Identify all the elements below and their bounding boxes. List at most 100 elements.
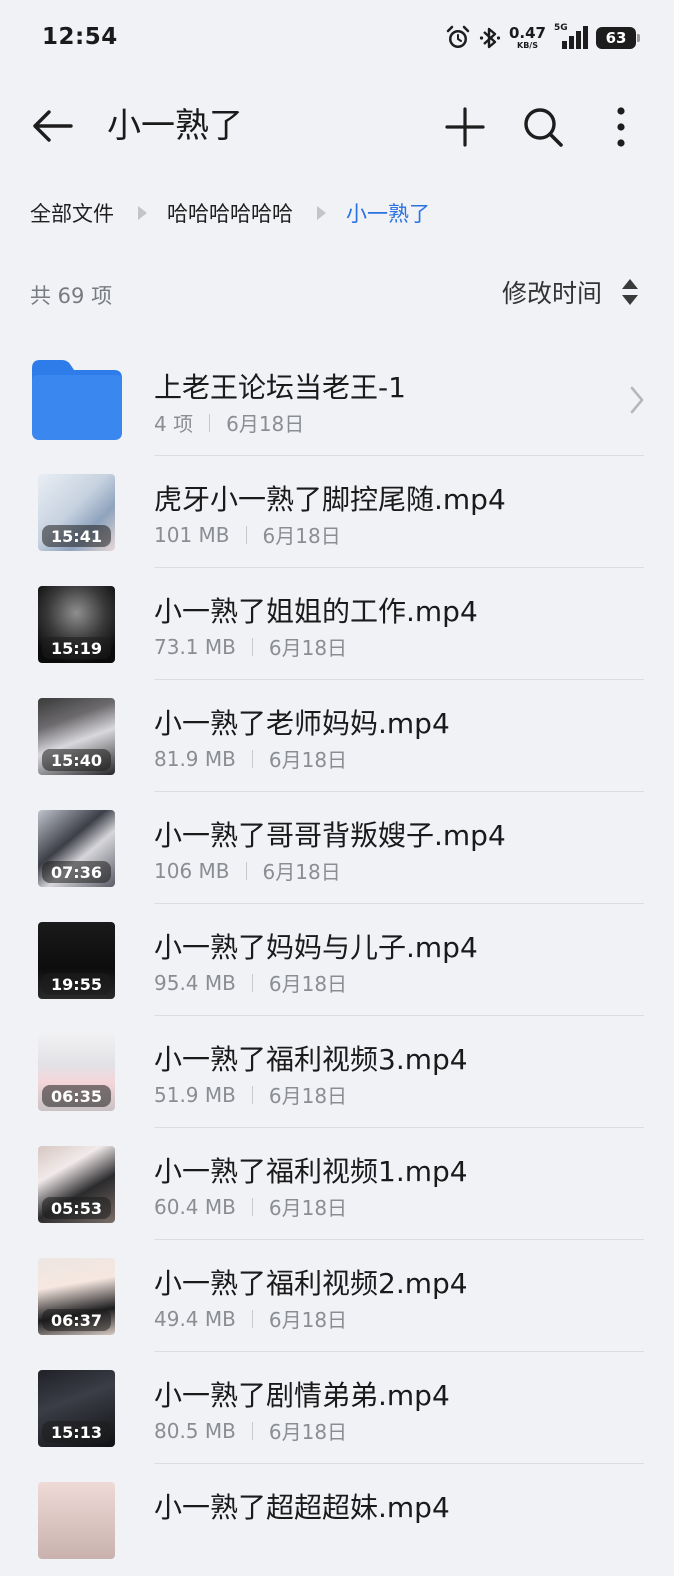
meta-divider [209,413,211,432]
file-meta: 49.4 MB 6月18日 [154,1304,347,1333]
file-size: 80.5 MB [154,1418,236,1443]
net-speed-unit: KB/S [517,41,538,50]
item-count: 共 69 项 [30,284,113,308]
plus-icon [445,107,485,147]
video-duration: 05:53 [42,1197,111,1219]
file-name: 小一熟了超超超妹.mp4 [154,1491,450,1524]
video-row[interactable]: 小一熟了超超超妹.mp4 [0,1464,674,1576]
more-vertical-icon [617,107,625,147]
sort-label: 修改时间 [501,279,602,308]
search-button[interactable] [520,104,566,150]
breadcrumb-separator-icon [138,206,147,220]
file-date: 6月18日 [268,1084,348,1108]
net-speed-value: 0.47 [508,24,546,42]
file-meta: 80.5 MB 6月18日 [154,1416,347,1445]
video-thumbnail: 06:35 [38,1034,115,1111]
video-row[interactable]: 07:36 小一熟了哥哥背叛嫂子.mp4 106 MB 6月18日 [0,792,674,904]
video-duration: 07:36 [42,861,111,883]
file-name: 小一熟了福利视频3.mp4 [154,1043,468,1076]
file-date: 6月18日 [268,1196,348,1220]
file-date: 6月18日 [262,860,341,884]
sort-button[interactable]: 修改时间 [502,274,640,310]
list-header: 共 69 项 修改时间 [30,274,640,314]
file-size: 106 MB [154,858,230,883]
bluetooth-icon [479,25,501,51]
file-name: 小一熟了福利视频2.mp4 [154,1267,468,1300]
breadcrumb-separator-icon [317,206,326,220]
video-duration: 15:40 [42,749,111,771]
file-date: 6月18日 [262,524,341,548]
meta-divider [251,1421,253,1440]
video-row[interactable]: 15:40 小一熟了老师妈妈.mp4 81.9 MB 6月18日 [0,680,674,792]
signal-5g-icon: 5G [554,23,588,51]
sort-toggle-icon [622,279,638,305]
search-icon [524,108,563,147]
folder-row[interactable]: 上老王论坛当老王-1 4 项 6月18日 [0,344,674,456]
video-duration: 15:19 [42,637,111,659]
video-row[interactable]: 15:19 小一熟了姐姐的工作.mp4 73.1 MB 6月18日 [0,568,674,680]
add-button[interactable] [442,104,488,150]
app-bar: 小一熟了 [0,86,674,166]
video-duration: 06:37 [42,1309,111,1331]
video-thumbnail: 15:13 [38,1370,115,1447]
breadcrumb: 全部文件 哈哈哈哈哈哈 小一熟了 [30,196,430,230]
net-speed: 0.47 KB/S [509,26,546,50]
file-meta: 95.4 MB 6月18日 [154,968,347,997]
breadcrumb-all-files[interactable]: 全部文件 [30,198,114,228]
meta-divider [251,749,253,768]
file-size: 51.9 MB [154,1082,236,1107]
file-date: 6月18日 [268,636,348,660]
alarm-icon [445,25,471,51]
file-name: 上老王论坛当老王-1 [154,371,406,404]
video-thumbnail: 05:53 [38,1146,115,1223]
file-date: 6月18日 [268,972,348,996]
file-size: 60.4 MB [154,1194,236,1219]
folder-item-count: 4 项 [154,412,194,436]
back-button[interactable] [28,104,76,148]
breadcrumb-parent-folder[interactable]: 哈哈哈哈哈哈 [167,198,293,228]
breadcrumb-current-folder: 小一熟了 [346,202,430,226]
file-list: 上老王论坛当老王-1 4 项 6月18日 15:41 虎牙小一熟了脚控尾随.mp… [0,344,674,1576]
status-icons: 0.47 KB/S 5G 63 [445,22,640,54]
meta-divider [245,525,247,544]
video-duration: 06:35 [42,1085,111,1107]
video-row[interactable]: 05:53 小一熟了福利视频1.mp4 60.4 MB 6月18日 [0,1128,674,1240]
meta-divider [251,1309,253,1328]
file-meta: 51.9 MB 6月18日 [154,1080,347,1109]
video-row[interactable]: 15:13 小一熟了剧情弟弟.mp4 80.5 MB 6月18日 [0,1352,674,1464]
file-meta: 4 项 6月18日 [154,408,304,437]
video-thumbnail: 15:19 [38,586,115,663]
battery-indicator: 63 [596,27,640,49]
page-title: 小一熟了 [107,106,243,146]
file-size: 73.1 MB [154,634,236,659]
video-duration: 15:41 [42,525,111,547]
file-name: 小一熟了姐姐的工作.mp4 [154,595,478,628]
file-meta: 60.4 MB 6月18日 [154,1192,347,1221]
file-date: 6月18日 [268,1420,348,1444]
video-row[interactable]: 19:55 小一熟了妈妈与儿子.mp4 95.4 MB 6月18日 [0,904,674,1016]
video-row[interactable]: 06:37 小一熟了福利视频2.mp4 49.4 MB 6月18日 [0,1240,674,1352]
more-button[interactable] [598,104,644,150]
video-thumbnail: 15:41 [38,474,115,551]
meta-divider [251,1197,253,1216]
arrow-left-icon [33,110,73,142]
status-time: 12:54 [42,24,118,50]
meta-divider [245,861,247,880]
file-meta: 106 MB 6月18日 [154,856,341,885]
file-size: 81.9 MB [154,746,236,771]
meta-divider [251,973,253,992]
file-size: 95.4 MB [154,970,236,995]
chevron-right-icon [630,386,644,414]
signal-label: 5G [554,23,568,33]
video-thumbnail: 07:36 [38,810,115,887]
meta-divider [251,637,253,656]
video-thumbnail: 06:37 [38,1258,115,1335]
video-row[interactable]: 15:41 虎牙小一熟了脚控尾随.mp4 101 MB 6月18日 [0,456,674,568]
meta-divider [251,1085,253,1104]
file-meta: 101 MB 6月18日 [154,520,341,549]
video-row[interactable]: 06:35 小一熟了福利视频3.mp4 51.9 MB 6月18日 [0,1016,674,1128]
file-name: 小一熟了哥哥背叛嫂子.mp4 [154,819,506,852]
file-size: 49.4 MB [154,1306,236,1331]
file-name: 小一熟了老师妈妈.mp4 [154,707,450,740]
file-name: 小一熟了福利视频1.mp4 [154,1155,468,1188]
